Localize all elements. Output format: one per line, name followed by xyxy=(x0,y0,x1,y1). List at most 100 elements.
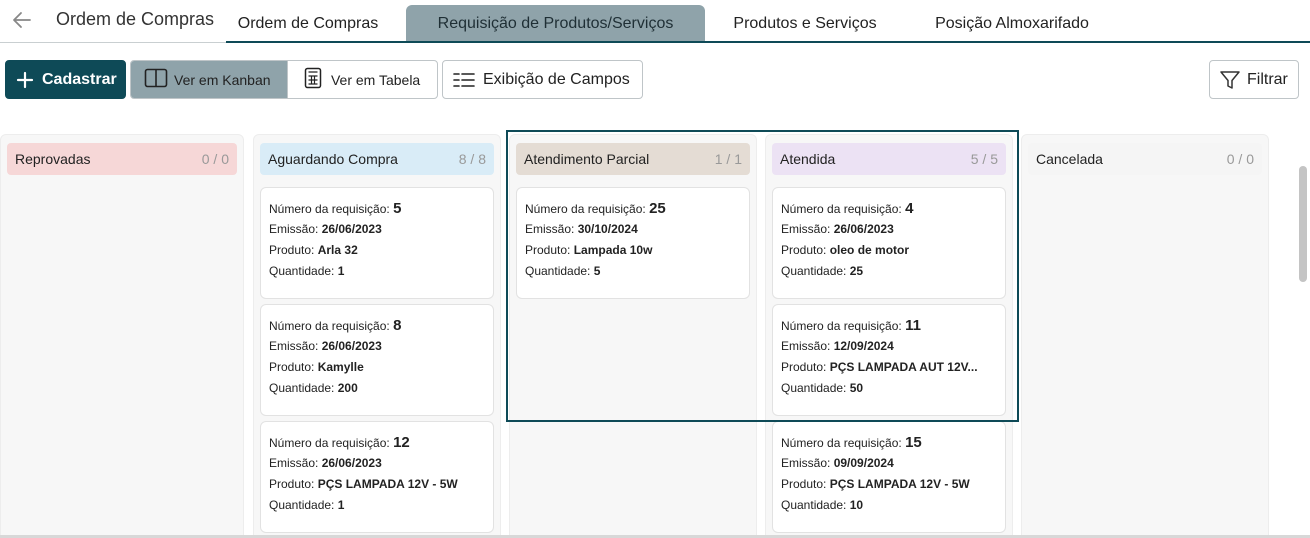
tab-requisicao-produtos-servicos[interactable]: Requisição de Produtos/Serviços xyxy=(406,5,705,42)
card-field-label: Quantidade: xyxy=(781,498,847,512)
card-field-label: Quantidade: xyxy=(269,264,335,278)
filter-funnel-icon xyxy=(1219,69,1241,91)
card-field-label: Número da requisição: xyxy=(781,319,902,333)
quantity-value: 25 xyxy=(849,264,864,278)
column-count: 8 / 8 xyxy=(458,151,486,167)
column-count: 0 / 0 xyxy=(201,151,229,167)
column-title: Aguardando Compra xyxy=(268,151,398,167)
card-requisition-number-row: Número da requisição: 25 xyxy=(525,198,741,219)
card-field-label: Quantidade: xyxy=(269,381,335,395)
spreadsheet-icon xyxy=(304,67,322,92)
card-field-label: Produto: xyxy=(781,477,827,491)
requisition-card[interactable]: Número da requisição: 15 Emissão: 09/09/2… xyxy=(772,421,1006,533)
card-field-label: Produto: xyxy=(525,243,571,257)
quantity-value: 50 xyxy=(849,381,864,395)
requisition-card[interactable]: Número da requisição: 12 Emissão: 26/06/2… xyxy=(260,421,494,533)
kanban-column: Reprovadas 0 / 0 xyxy=(0,134,244,538)
card-quantity-value-row: Quantidade: 50 xyxy=(781,378,997,399)
column-title: Reprovadas xyxy=(15,151,91,167)
card-requisition-number-row: Número da requisição: 8 xyxy=(269,315,485,336)
requisition-card[interactable]: Número da requisição: 5 Emissão: 26/06/20… xyxy=(260,187,494,299)
back-arrow-icon[interactable] xyxy=(10,8,34,32)
kanban-view-button[interactable]: Ver em Kanban xyxy=(131,61,287,98)
filter-label: Filtrar xyxy=(1247,70,1288,88)
filter-button[interactable]: Filtrar xyxy=(1209,60,1299,99)
field-display-button[interactable]: Exibição de Campos xyxy=(442,60,643,99)
kanban-column: Aguardando Compra 8 / 8 Número da requisiç… xyxy=(253,134,501,538)
requisition-card[interactable]: Número da requisição: 8 Emissão: 26/06/20… xyxy=(260,304,494,416)
issue-date: 26/06/2023 xyxy=(833,222,894,236)
card-requisition-number-row: Número da requisição: 5 xyxy=(269,198,485,219)
kanban-column: Atendimento Parcial 1 / 1 Número da requis… xyxy=(509,134,757,538)
table-view-button[interactable]: Ver em Tabela xyxy=(286,61,437,98)
card-issue-date-row: Emissão: 26/06/2023 xyxy=(269,336,485,357)
requisition-number: 4 xyxy=(905,200,914,217)
card-field-label: Produto: xyxy=(781,243,827,257)
requisition-card[interactable]: Número da requisição: 25 Emissão: 30/10/2… xyxy=(516,187,750,299)
card-field-label: Produto: xyxy=(269,477,315,491)
card-quantity-value-row: Quantidade: 1 xyxy=(269,495,485,516)
add-button[interactable]: Cadastrar xyxy=(5,60,126,99)
card-issue-date-row: Emissão: 30/10/2024 xyxy=(525,219,741,240)
card-field-label: Emissão: xyxy=(781,222,831,236)
card-product-name-row: Produto: PÇS LAMPADA AUT 12V... xyxy=(781,357,997,378)
card-field-label: Produto: xyxy=(269,243,315,257)
column-title: Atendimento Parcial xyxy=(524,151,650,167)
column-header[interactable]: Cancelada 0 / 0 xyxy=(1028,143,1262,175)
kanban-column: Cancelada 0 / 0 xyxy=(1021,134,1269,538)
card-requisition-number-row: Número da requisição: 15 xyxy=(781,432,997,453)
app-header: Ordem de Compras Ordem de Compras Requis… xyxy=(0,0,1310,44)
column-header[interactable]: Reprovadas 0 / 0 xyxy=(7,143,237,175)
card-quantity-value-row: Quantidade: 1 xyxy=(269,261,485,282)
card-quantity-value-row: Quantidade: 10 xyxy=(781,495,997,516)
card-field-label: Número da requisição: xyxy=(781,436,902,450)
product-name: PÇS LAMPADA AUT 12V... xyxy=(829,360,978,374)
issue-date: 12/09/2024 xyxy=(833,339,894,353)
requisition-card[interactable]: Número da requisição: 11 Emissão: 12/09/2… xyxy=(772,304,1006,416)
card-issue-date-row: Emissão: 12/09/2024 xyxy=(781,336,997,357)
requisition-number: 15 xyxy=(905,434,922,451)
card-quantity-value-row: Quantidade: 5 xyxy=(525,261,741,282)
table-view-label: Ver em Tabela xyxy=(330,71,421,88)
tab-posicao-almoxarifado[interactable]: Posição Almoxarifado xyxy=(914,5,1110,42)
card-field-label: Emissão: xyxy=(525,222,575,236)
card-field-label: Emissão: xyxy=(781,339,831,353)
column-header[interactable]: Atendimento Parcial 1 / 1 xyxy=(516,143,750,175)
tab-produtos-e-servicos[interactable]: Produtos e Serviços xyxy=(714,5,896,42)
tabs-underline xyxy=(226,41,1310,43)
quantity-value: 1 xyxy=(337,498,345,512)
column-header[interactable]: Atendida 5 / 5 xyxy=(772,143,1006,175)
card-product-name-row: Produto: Lampada 10w xyxy=(525,240,741,261)
plus-icon xyxy=(16,71,34,89)
card-product-name-row: Produto: Arla 32 xyxy=(269,240,485,261)
column-header[interactable]: Aguardando Compra 8 / 8 xyxy=(260,143,494,175)
card-field-label: Emissão: xyxy=(269,222,319,236)
list-columns-icon xyxy=(453,71,475,89)
view-toggle: Ver em Kanban Ver em Tabela xyxy=(130,60,438,99)
add-button-label: Cadastrar xyxy=(42,70,117,88)
issue-date: 26/06/2023 xyxy=(321,339,382,353)
quantity-value: 200 xyxy=(337,381,358,395)
column-title: Atendida xyxy=(780,151,836,167)
card-product-name-row: Produto: PÇS LAMPADA 12V - 5W xyxy=(781,474,997,495)
kanban-icon xyxy=(144,68,168,91)
product-name: Kamylle xyxy=(317,360,364,374)
column-count: 0 / 0 xyxy=(1226,151,1254,167)
card-quantity-value-row: Quantidade: 200 xyxy=(269,378,485,399)
scrollbar-thumb[interactable] xyxy=(1299,166,1307,282)
issue-date: 26/06/2023 xyxy=(321,456,382,470)
column-count: 1 / 1 xyxy=(714,151,742,167)
card-field-label: Emissão: xyxy=(269,456,319,470)
tab-ordem-de-compras[interactable]: Ordem de Compras xyxy=(226,5,390,42)
requisition-card[interactable]: Número da requisição: 4 Emissão: 26/06/20… xyxy=(772,187,1006,299)
card-field-label: Quantidade: xyxy=(781,381,847,395)
card-requisition-number-row: Número da requisição: 12 xyxy=(269,432,485,453)
product-name: Lampada 10w xyxy=(573,243,653,257)
column-count: 5 / 5 xyxy=(970,151,998,167)
card-field-label: Quantidade: xyxy=(525,264,591,278)
card-requisition-number-row: Número da requisição: 11 xyxy=(781,315,997,336)
product-name: oleo de motor xyxy=(829,243,910,257)
card-product-name-row: Produto: Kamylle xyxy=(269,357,485,378)
issue-date: 09/09/2024 xyxy=(833,456,894,470)
card-field-label: Número da requisição: xyxy=(781,202,902,216)
